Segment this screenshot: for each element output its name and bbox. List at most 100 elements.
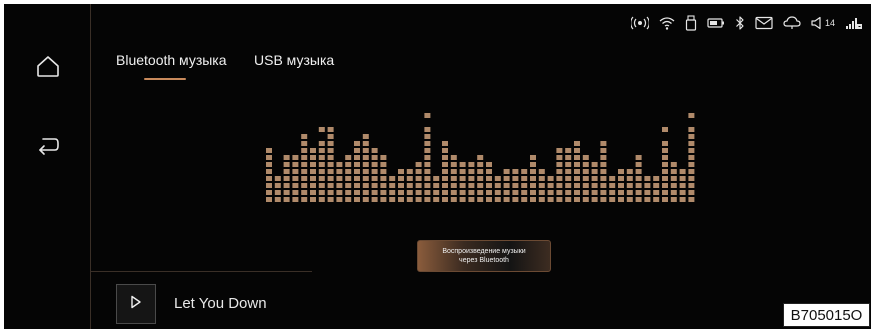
equalizer-cell <box>283 197 290 202</box>
equalizer-cell <box>582 169 589 174</box>
equalizer-cell <box>626 197 633 202</box>
equalizer-cell <box>380 190 387 195</box>
equalizer-cell <box>600 190 607 195</box>
equalizer-cell <box>450 169 457 174</box>
equalizer-bar <box>477 155 484 202</box>
equalizer-cell <box>670 183 677 188</box>
equalizer-cell <box>556 155 563 160</box>
equalizer-cell <box>424 162 431 167</box>
equalizer-cell <box>494 176 501 181</box>
equalizer-cell <box>406 169 413 174</box>
equalizer-cell <box>503 197 510 202</box>
equalizer-cell <box>362 141 369 146</box>
equalizer-cell <box>618 190 624 195</box>
equalizer-cell <box>336 190 343 195</box>
equalizer-cell <box>556 197 563 202</box>
equalizer-cell <box>327 155 334 160</box>
tab-bluetooth-music[interactable]: Bluetooth музыка <box>116 52 227 68</box>
equalizer-cell <box>547 190 554 195</box>
equalizer-cell <box>424 141 431 146</box>
equalizer-bar <box>679 169 686 202</box>
equalizer-cell <box>556 190 563 195</box>
home-button[interactable] <box>30 50 66 86</box>
equalizer-cell <box>398 197 404 202</box>
equalizer-bar <box>380 155 387 202</box>
bluetooth-playback-button[interactable]: Воспроизведение музыки через Bluetooth <box>417 240 551 272</box>
equalizer-bar <box>538 169 545 202</box>
equalizer-cell <box>327 176 334 181</box>
equalizer-cell <box>653 190 660 195</box>
equalizer-cell <box>327 148 334 153</box>
equalizer-cell <box>336 176 343 181</box>
equalizer-cell <box>459 183 466 188</box>
equalizer-cell <box>345 169 352 174</box>
equalizer-bar <box>582 155 589 202</box>
equalizer-cell <box>424 134 431 139</box>
equalizer-bar <box>688 113 695 202</box>
equalizer-cell <box>442 176 448 181</box>
equalizer-cell <box>468 162 475 167</box>
equalizer-cell <box>512 197 519 202</box>
equalizer-cell <box>521 169 528 174</box>
equalizer-bar <box>415 162 422 202</box>
equalizer-bar <box>609 176 616 202</box>
equalizer-cell <box>310 183 316 188</box>
equalizer-cell <box>450 155 457 160</box>
equalizer-cell <box>415 176 422 181</box>
equalizer-cell <box>644 197 651 202</box>
equalizer-cell <box>266 197 272 202</box>
equalizer-cell <box>415 169 422 174</box>
equalizer-cell <box>433 190 440 195</box>
equalizer-cell <box>574 155 580 160</box>
wifi-icon <box>659 16 675 30</box>
equalizer-cell <box>292 162 299 167</box>
equalizer-cell <box>477 197 484 202</box>
equalizer-cell <box>556 183 563 188</box>
equalizer-cell <box>538 190 545 195</box>
equalizer-cell <box>292 183 299 188</box>
equalizer-cell <box>266 190 272 195</box>
equalizer-cell <box>679 197 686 202</box>
equalizer-cell <box>494 190 501 195</box>
equalizer-cell <box>354 169 360 174</box>
equalizer-cell <box>450 162 457 167</box>
equalizer-cell <box>424 127 431 132</box>
equalizer-cell <box>415 190 422 195</box>
equalizer-cell <box>635 155 642 160</box>
equalizer-cell <box>662 190 668 195</box>
equalizer-cell <box>688 197 695 202</box>
equalizer-cell <box>662 169 668 174</box>
equalizer-cell <box>345 197 352 202</box>
equalizer-cell <box>626 169 633 174</box>
equalizer-cell <box>530 183 536 188</box>
equalizer-cell <box>266 148 272 153</box>
play-button[interactable] <box>116 284 156 324</box>
equalizer-cell <box>336 162 343 167</box>
equalizer-cell <box>318 155 325 160</box>
equalizer-cell <box>371 155 378 160</box>
equalizer-bar <box>398 169 404 202</box>
equalizer-cell <box>556 176 563 181</box>
equalizer-cell <box>494 197 501 202</box>
equalizer-cell <box>609 190 616 195</box>
equalizer-cell <box>538 176 545 181</box>
equalizer-cell <box>662 197 668 202</box>
equalizer-cell <box>292 190 299 195</box>
equalizer-cell <box>547 197 554 202</box>
equalizer-cell <box>336 183 343 188</box>
volume-level: 14 <box>824 18 835 28</box>
equalizer-cell <box>574 162 580 167</box>
signal-icon <box>845 16 863 30</box>
tab-usb-music[interactable]: USB музыка <box>254 52 334 68</box>
equalizer-cell <box>556 148 563 153</box>
equalizer-cell <box>318 183 325 188</box>
back-button[interactable] <box>30 130 66 166</box>
equalizer-cell <box>591 176 598 181</box>
equalizer-cell <box>626 183 633 188</box>
equalizer-cell <box>354 162 360 167</box>
equalizer-cell <box>582 197 589 202</box>
equalizer-cell <box>618 197 624 202</box>
equalizer-cell <box>530 176 536 181</box>
equalizer-cell <box>310 148 316 153</box>
equalizer-cell <box>635 162 642 167</box>
